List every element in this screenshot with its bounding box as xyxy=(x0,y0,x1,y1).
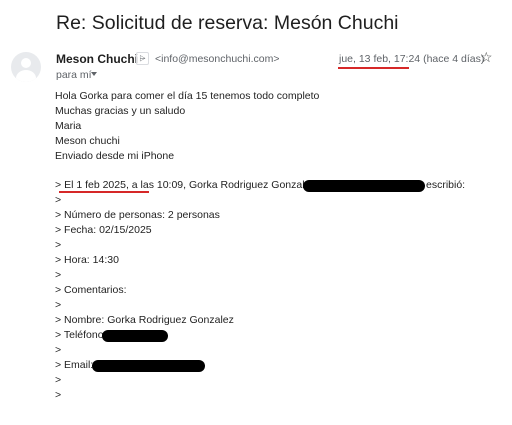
quote-line: > Nombre: Gorka Rodriguez Gonzalez xyxy=(55,314,234,326)
quoted-message: > El 1 feb 2025, a las 10:09, Gorka Rodr… xyxy=(55,178,465,403)
body-line: Muchas gracias y un saludo xyxy=(55,105,186,117)
body-line: Maria xyxy=(55,120,82,132)
email-date-absolute: jue, 13 feb, 17:24 xyxy=(339,53,421,65)
quote-prefix: > xyxy=(55,179,65,191)
avatar-body xyxy=(16,70,36,82)
recipient-label: para mí xyxy=(56,69,92,81)
quote-wrote: escribió: xyxy=(426,179,466,191)
avatar-head xyxy=(21,58,31,68)
quote-line: > Número de personas: 2 personas xyxy=(55,209,220,221)
quote-line: > Comentarios: xyxy=(55,284,127,296)
quote-line: > Hora: 14:30 xyxy=(55,254,119,266)
quote-email-line: > Email: xyxy=(55,358,316,373)
body-line: Enviado desde mi iPhone xyxy=(55,150,175,162)
sender-name[interactable]: Meson Chuchi xyxy=(56,52,138,66)
quote-line: > xyxy=(55,344,62,356)
quote-phone-label: > Teléfono: xyxy=(55,329,107,341)
quote-line: > xyxy=(55,374,62,386)
sender-email: <info@mesonchuchi.com> xyxy=(155,53,280,65)
quote-author: , Gorka Rodriguez Gonzalez xyxy=(183,179,316,191)
redacted-email xyxy=(303,180,425,192)
star-icon[interactable]: ☆ xyxy=(480,50,493,64)
quote-line: > xyxy=(55,269,62,281)
body-line: Hola Gorka para comer el día 15 tenemos … xyxy=(55,90,320,102)
sender-badge-icon: ⩥ xyxy=(136,52,149,65)
quote-line: > xyxy=(55,239,62,251)
redacted-phone xyxy=(102,330,168,342)
email-body: Hola Gorka para comer el día 15 tenemos … xyxy=(55,89,319,164)
email-date-relative: (hace 4 días) xyxy=(420,53,485,65)
quote-email-label: > Email: xyxy=(55,359,94,371)
quote-line: > xyxy=(55,194,62,206)
redacted-email-address xyxy=(92,360,205,372)
email-subject: Re: Solicitud de reserva: Mesón Chuchi xyxy=(56,12,399,34)
email-date: jue, 13 feb, 17:24 (hace 4 días) xyxy=(339,53,484,65)
sender-avatar[interactable] xyxy=(11,52,41,82)
quote-date: El 1 feb 2025, a las 10:09 xyxy=(64,179,184,191)
date-annotation-underline xyxy=(338,67,409,69)
body-line: Meson chuchi xyxy=(55,135,120,147)
quote-line: > xyxy=(55,299,62,311)
recipient-details-caret-icon[interactable] xyxy=(91,72,97,76)
quote-line: > Fecha: 02/15/2025 xyxy=(55,224,152,236)
quote-phone-line: > Teléfono: xyxy=(55,328,316,343)
quote-line: > xyxy=(55,389,62,401)
